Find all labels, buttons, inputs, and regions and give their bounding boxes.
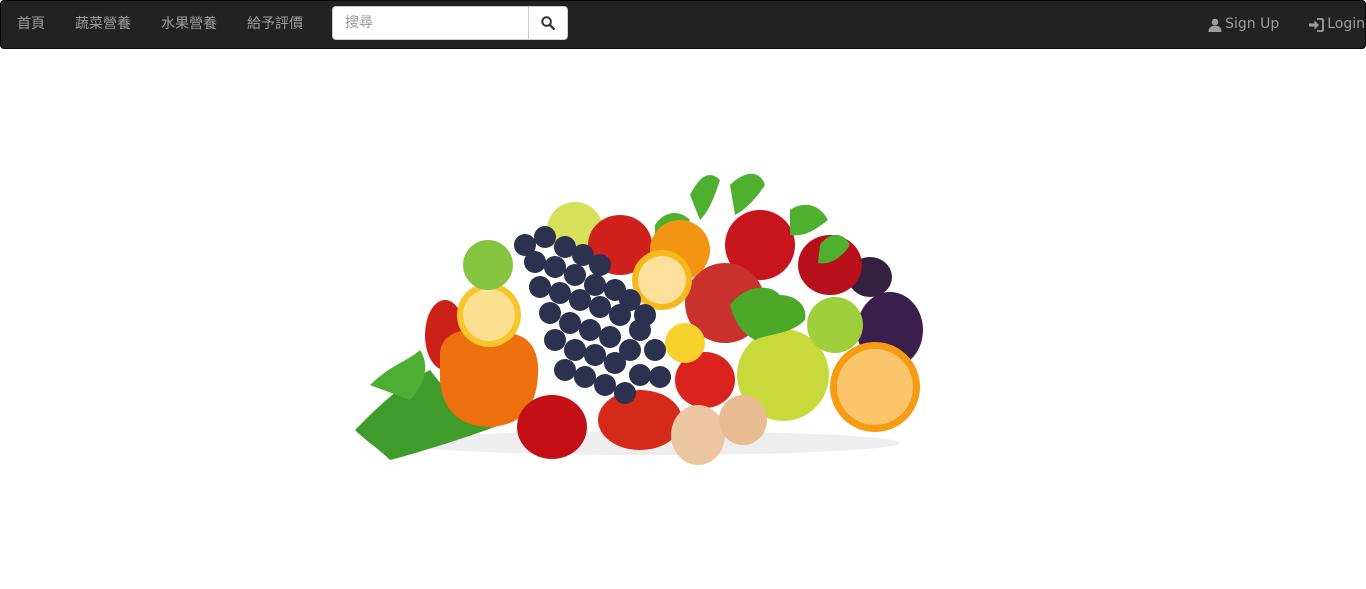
nav-links: 首頁 蔬菜營養 水果營養 給予評價 <box>1 1 318 48</box>
login-icon <box>1309 17 1325 32</box>
hero-image <box>355 173 923 465</box>
search-form <box>332 6 568 40</box>
onion <box>671 405 725 465</box>
signup-label: Sign Up <box>1225 16 1280 32</box>
nav-vegetable-nutrition-link[interactable]: 蔬菜營養 <box>60 1 146 48</box>
nav-fruit-nutrition-link[interactable]: 水果營養 <box>146 1 232 48</box>
login-link[interactable]: Login <box>1294 1 1365 48</box>
lime <box>463 240 513 290</box>
signup-link[interactable]: Sign Up <box>1193 1 1294 48</box>
search-button[interactable] <box>528 6 568 40</box>
search-input[interactable] <box>332 6 528 40</box>
search-icon <box>541 16 555 30</box>
user-icon <box>1208 18 1222 32</box>
login-label: Login <box>1327 16 1365 32</box>
nav-account: Sign Up Login <box>1193 1 1365 48</box>
navbar: 首頁 蔬菜營養 水果營養 給予評價 Sign Up Login <box>0 0 1366 49</box>
nav-home-link[interactable]: 首頁 <box>1 1 60 48</box>
nav-give-rating-link[interactable]: 給予評價 <box>232 1 318 48</box>
